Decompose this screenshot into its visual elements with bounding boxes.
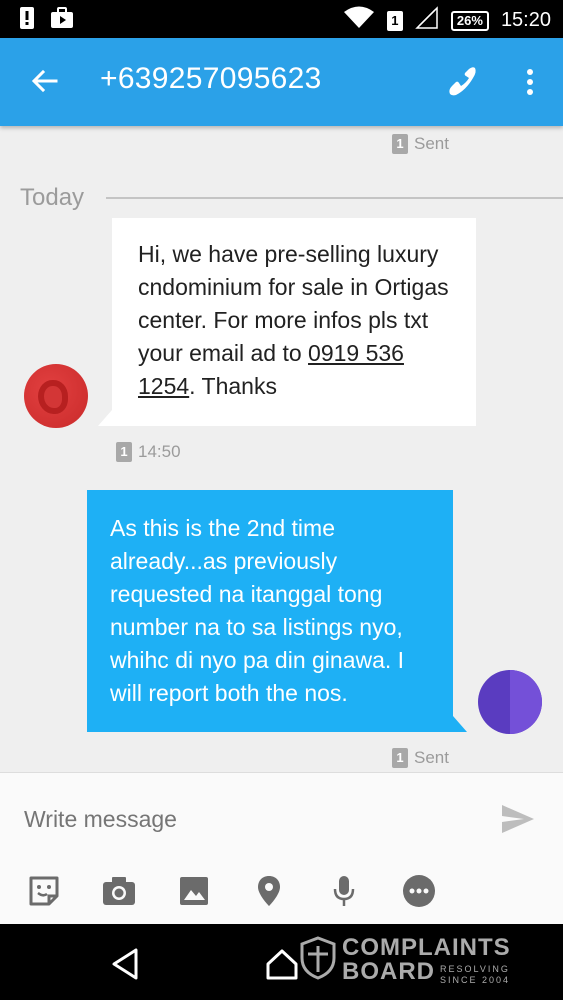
- microphone-icon: [333, 876, 355, 906]
- voice-button[interactable]: [324, 871, 364, 911]
- send-icon: [502, 805, 534, 833]
- sim-badge: 1: [392, 748, 408, 768]
- sticker-icon: [29, 876, 59, 906]
- sim-indicator: 1: [386, 10, 403, 31]
- battery-indicator: 26%: [450, 10, 489, 31]
- app-bar: +639257095623: [0, 38, 563, 126]
- cell-signal-icon: [415, 6, 439, 35]
- home-icon: [266, 949, 298, 980]
- compose-area: [0, 772, 563, 924]
- nav-back-button[interactable]: [106, 944, 146, 984]
- nav-home-button[interactable]: [262, 944, 302, 984]
- date-divider: Today: [20, 184, 563, 212]
- camera-button[interactable]: [99, 871, 139, 911]
- divider-line: [106, 197, 563, 199]
- triangle-back-icon: [112, 948, 138, 980]
- sticker-button[interactable]: [24, 871, 64, 911]
- status-bar: 1 26% 15:20: [0, 0, 563, 38]
- timestamp: 14:50: [138, 442, 181, 461]
- attachment-toolbar: [0, 871, 563, 915]
- contact-avatar[interactable]: [24, 364, 88, 428]
- sim-badge: 1: [392, 134, 408, 154]
- back-button[interactable]: [26, 64, 62, 100]
- complaints-board-watermark: COMPLAINTS BOARD RESOLVING SINCE 2004: [300, 934, 530, 990]
- watermark-subtitle: RESOLVING SINCE 2004: [440, 964, 511, 985]
- shield-icon: [300, 936, 336, 980]
- status-text: Sent: [414, 748, 449, 767]
- call-button[interactable]: [444, 64, 480, 100]
- conversation-title: +639257095623: [100, 62, 322, 95]
- alert-icon: [18, 7, 36, 34]
- wifi-icon: [343, 6, 375, 35]
- gallery-button[interactable]: [174, 871, 214, 911]
- briefcase-icon: [50, 7, 74, 34]
- more-options-button[interactable]: [512, 64, 548, 100]
- incoming-message-meta: 1 14:50: [116, 442, 181, 462]
- previous-message-status: 1 Sent: [392, 134, 449, 154]
- more-attachments-button[interactable]: [399, 871, 439, 911]
- avatar-graphic: [38, 380, 68, 414]
- system-nav-bar: COMPLAINTS BOARD RESOLVING SINCE 2004: [0, 924, 563, 1000]
- outgoing-message-status: 1 Sent: [392, 748, 449, 768]
- date-label: Today: [20, 184, 85, 211]
- self-avatar[interactable]: [478, 670, 542, 734]
- camera-icon: [103, 877, 135, 905]
- sim-badge: 1: [116, 442, 132, 462]
- message-input[interactable]: [24, 801, 464, 837]
- message-text: As this is the 2nd time already...as pre…: [110, 515, 405, 706]
- more-horiz-icon: [403, 875, 435, 907]
- avatar-graphic: [510, 670, 542, 734]
- location-button[interactable]: [249, 871, 289, 911]
- image-icon: [180, 877, 208, 905]
- more-vert-icon: [527, 69, 533, 95]
- phone-icon: [449, 67, 476, 96]
- location-pin-icon: [258, 876, 280, 906]
- send-button[interactable]: [500, 803, 536, 835]
- outgoing-message-bubble[interactable]: As this is the 2nd time already...as pre…: [87, 490, 467, 732]
- arrow-left-icon: [31, 69, 58, 93]
- incoming-message-bubble[interactable]: Hi, we have pre-selling luxury cndominiu…: [98, 218, 476, 426]
- message-text-end: . Thanks: [189, 373, 277, 399]
- clock: 15:20: [500, 9, 551, 31]
- status-text: Sent: [414, 134, 449, 153]
